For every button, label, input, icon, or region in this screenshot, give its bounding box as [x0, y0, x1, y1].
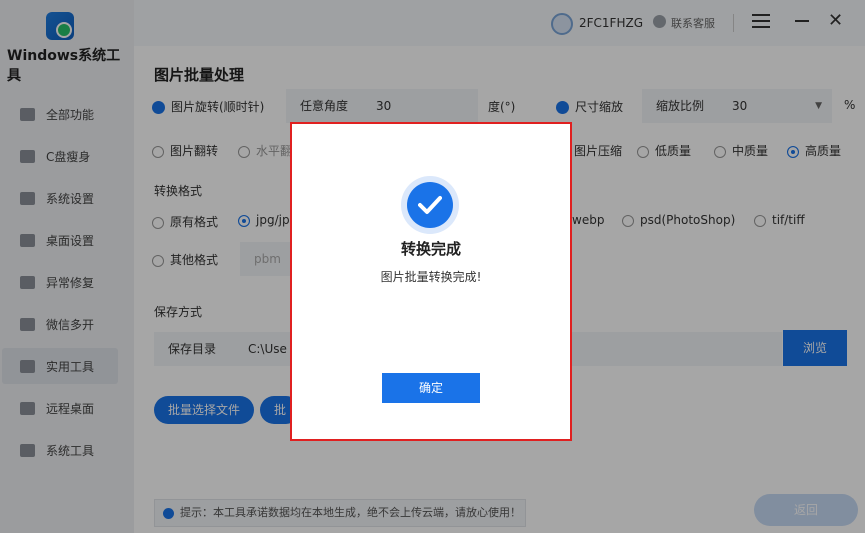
checkmark-icon [418, 196, 442, 214]
dialog-title: 转换完成 [400, 240, 461, 258]
check-circle-icon [407, 182, 453, 228]
ok-button[interactable]: 确定 [382, 373, 480, 403]
success-dialog: 转换完成 图片批量转换完成! 确定 [290, 122, 572, 441]
success-icon [401, 176, 459, 234]
dialog-message: 图片批量转换完成! [380, 270, 482, 284]
